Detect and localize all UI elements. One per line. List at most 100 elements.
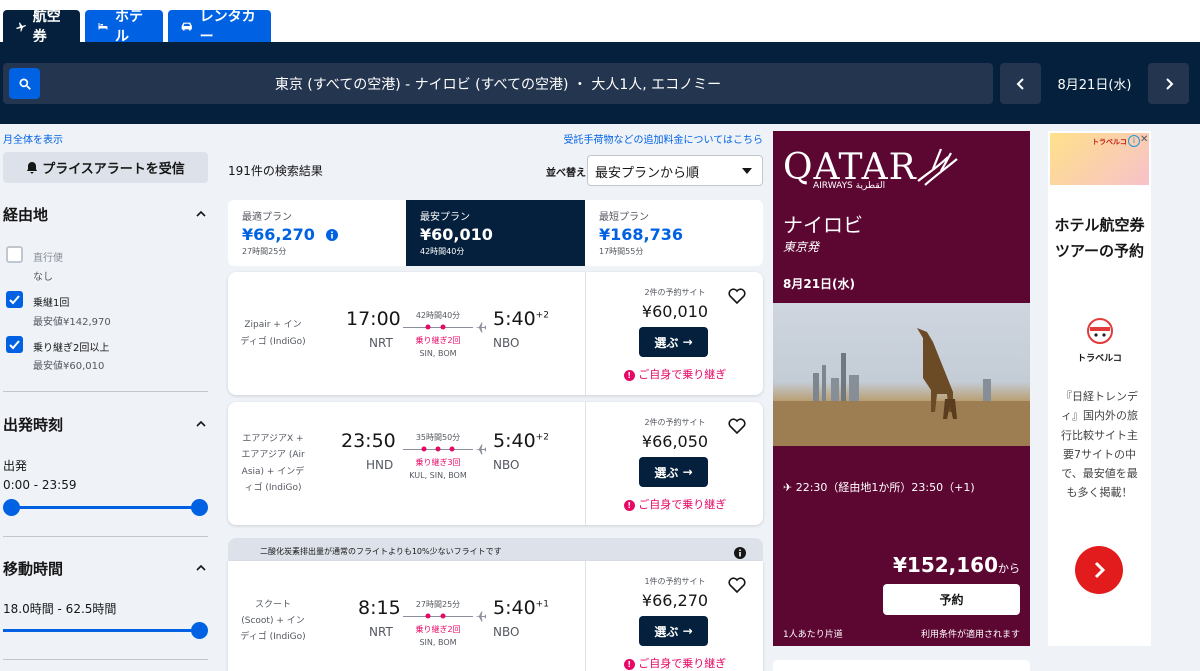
- chevron-up-icon[interactable]: [196, 564, 206, 571]
- ad-body: 『日経トレンディ』国内外の旅行比較サイト主要7サイトの中で、最安値を最も多く掲載…: [1061, 390, 1138, 500]
- info-icon[interactable]: [326, 229, 339, 241]
- flight-duration: 27時間25分: [415, 600, 461, 609]
- via-airports: SIN, BOM: [419, 638, 457, 647]
- flight-route-icon: ✈: [783, 481, 793, 494]
- ad-price-value: ¥152,160: [892, 553, 998, 577]
- tab-hotels[interactable]: ホテル: [85, 9, 163, 45]
- flight-card[interactable]: スクート (Scoot) + インディゴ (IndiGo) 8:15 NRT 2…: [228, 561, 763, 671]
- prev-date-button[interactable]: [1000, 63, 1041, 104]
- departure-filter-title: 出発時刻: [3, 416, 64, 434]
- arrival-day-offset: +2: [535, 432, 549, 443]
- via-airports: SIN, BOM: [419, 349, 457, 358]
- chevron-up-icon[interactable]: [196, 420, 206, 427]
- arrow-right-icon: →: [682, 465, 693, 479]
- stops-filter-title: 経由地: [3, 206, 49, 224]
- tab-car-rental[interactable]: レンタカー: [168, 9, 271, 45]
- select-button[interactable]: 選ぶ →: [639, 457, 708, 487]
- segment-cheapest[interactable]: 最安プラン ¥60,010 42時間40分: [406, 200, 585, 266]
- results-count: 191件の検索結果: [228, 164, 323, 178]
- ad-footnote-left: 1人あたり片道: [783, 630, 843, 640]
- search-icon: [18, 77, 31, 90]
- select-button-label: 選ぶ: [654, 335, 679, 350]
- chevron-up-icon[interactable]: [196, 210, 206, 217]
- stops-count: 乗り継ぎ3回: [415, 458, 461, 467]
- tab-hotels-label: ホテル: [115, 9, 143, 45]
- tab-flights[interactable]: 航空券: [3, 9, 80, 45]
- eco-banner-text: 二酸化炭素排出量が通常のフライトよりも10%少ないフライトです: [260, 547, 502, 556]
- month-view-link[interactable]: 月全体を表示: [3, 131, 63, 146]
- ad-price-suffix: から: [998, 562, 1020, 575]
- sort-select[interactable]: 最安プランから順: [587, 155, 763, 186]
- segment-fastest-price: ¥168,736: [599, 225, 684, 244]
- departure-time: 8:15: [358, 597, 401, 619]
- arrival-code: NBO: [493, 336, 520, 350]
- self-transfer-warning: ! ご自身で乗り継ぎ: [586, 655, 764, 671]
- ad-book-button[interactable]: 予約: [883, 584, 1020, 615]
- segment-best-duration: 27時間25分: [242, 247, 287, 256]
- arrival-day-offset: +2: [535, 310, 549, 321]
- chevron-right-icon: [1165, 77, 1173, 90]
- one-stop-sub: 最安値¥142,970: [33, 317, 111, 328]
- sort-select-value: 最安プランから順: [595, 166, 700, 181]
- arrival-code: NBO: [493, 625, 520, 639]
- checkbox-nonstop[interactable]: [6, 246, 23, 263]
- price-alert-button[interactable]: プライスアラートを受信: [3, 152, 208, 183]
- segment-fastest[interactable]: 最短プラン ¥168,736 17時間55分: [585, 200, 763, 266]
- arrival-day-offset: +1: [535, 599, 549, 610]
- alert-icon: !: [623, 500, 635, 511]
- travelko-ad[interactable]: トラベルコ i ✕ ホテル航空券ツアーの予約 トラベルコ 『日経トレンディ』国内…: [1048, 131, 1151, 646]
- select-button[interactable]: 選ぶ →: [639, 616, 708, 646]
- sort-label: 並べ替え: [546, 168, 586, 179]
- nonstop-label: 直行便: [33, 253, 63, 264]
- select-button[interactable]: 選ぶ →: [639, 327, 708, 357]
- flight-duration: 42時間40分: [415, 311, 461, 320]
- via-airports: KUL, SIN, BOM: [409, 471, 467, 480]
- self-transfer-text: ご自身で乗り継ぎ: [638, 657, 727, 670]
- flight-card[interactable]: エアアジアX + エアアジア (Air Asia) + インディゴ (IndiG…: [228, 402, 763, 525]
- divider: [3, 391, 208, 392]
- departure-slider-max-handle[interactable]: [191, 499, 208, 516]
- departure-slider-track: [10, 506, 200, 509]
- departure-time: 23:50: [341, 430, 396, 452]
- check-icon: [9, 340, 20, 350]
- stops-count: 乗り継ぎ2回: [415, 336, 461, 345]
- select-button-label: 選ぶ: [654, 465, 679, 480]
- duration-range: 18.0時間 - 62.5時間: [3, 602, 117, 616]
- ad-close-icon[interactable]: ✕: [1140, 134, 1148, 145]
- fees-link[interactable]: 受託手荷物などの追加料金についてはこちら: [228, 131, 764, 146]
- date-display[interactable]: 8月21日(水): [1046, 63, 1143, 104]
- select-button-label: 選ぶ: [654, 624, 679, 639]
- ad-info-icon[interactable]: i: [1128, 135, 1140, 147]
- ad-date: 8月21日(水): [783, 277, 856, 291]
- departure-slider-min-handle[interactable]: [3, 499, 20, 516]
- search-button[interactable]: [9, 68, 40, 99]
- oryx-logo-icon: [917, 148, 958, 186]
- self-transfer-warning: ! ご自身で乗り継ぎ: [586, 496, 764, 512]
- checkbox-two-plus-stops[interactable]: [6, 336, 23, 353]
- giraffe-skyline-illustration: [773, 328, 1030, 446]
- one-stop-label: 乗継1回: [33, 298, 70, 309]
- ad-logo-text: トラベルコ: [1077, 354, 1122, 364]
- departure-code: NRT: [369, 625, 393, 639]
- ad-go-button[interactable]: [1075, 546, 1123, 594]
- next-date-button[interactable]: [1148, 63, 1189, 104]
- duration-slider-max-handle[interactable]: [191, 622, 208, 639]
- arrow-right-icon: →: [682, 624, 693, 638]
- stop-dots: [421, 446, 455, 452]
- next-ad-edge: [773, 660, 1030, 671]
- flight-card[interactable]: Zipair + インディゴ (IndiGo) 17:00 NRT 42時間40…: [228, 272, 763, 395]
- chevron-right-icon: [1094, 561, 1106, 579]
- checkbox-one-stop[interactable]: [6, 291, 23, 308]
- qatar-airways-ad[interactable]: QATAR AIRWAYS القطرية ナイロビ 東京発 8月21日(水) …: [773, 131, 1030, 646]
- segment-best[interactable]: 最適プラン ¥66,270 27時間25分: [228, 200, 406, 266]
- arrival-code: NBO: [493, 458, 520, 472]
- airplane-icon: [475, 611, 486, 622]
- ad-schedule: ✈ 22:30（経由地1か所）23:50（+1): [783, 479, 975, 495]
- flight-duration: 35時間50分: [415, 433, 461, 442]
- search-summary-box[interactable]: 東京 (すべての空港) - ナイロビ (すべての空港) ・ 大人1人, エコノミ…: [3, 63, 993, 104]
- self-transfer-text: ご自身で乗り継ぎ: [638, 368, 727, 381]
- arrival-time-value: 5:40: [493, 430, 536, 452]
- airplane-icon: [15, 22, 26, 32]
- info-icon[interactable]: [734, 547, 746, 559]
- segment-best-price: ¥66,270: [242, 225, 392, 244]
